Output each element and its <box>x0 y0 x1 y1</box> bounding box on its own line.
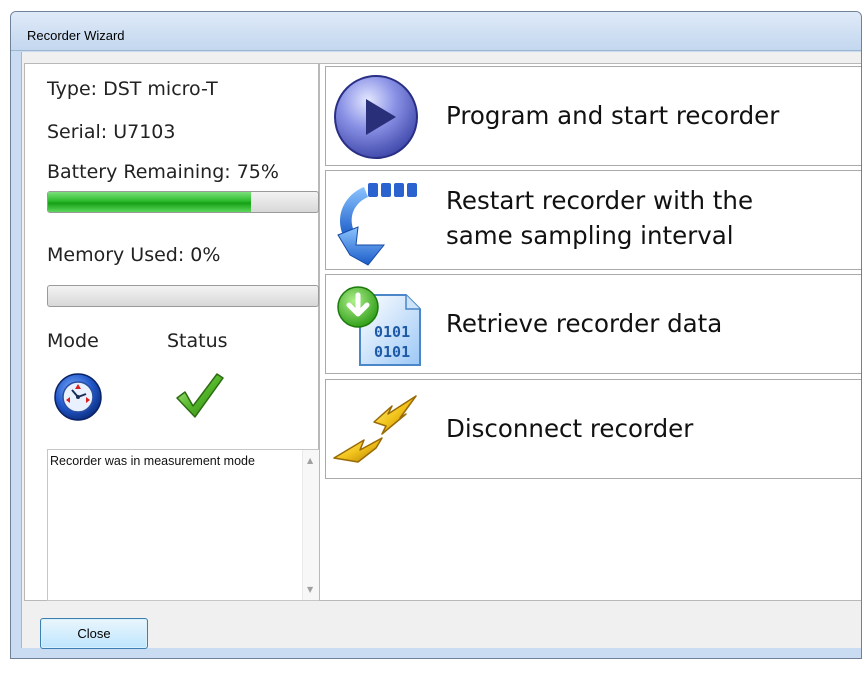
type-label: Type: DST micro-T <box>47 78 218 100</box>
scroll-up-arrow-icon[interactable]: ▲ <box>307 456 313 465</box>
battery-label: Battery Remaining: 75% <box>47 161 279 183</box>
battery-progress-bar <box>47 191 319 213</box>
dialog-client-area: Type: DST micro-T Serial: U7103 Battery … <box>21 52 861 649</box>
disconnect-label: Disconnect recorder <box>446 414 694 443</box>
recorder-info-panel: Type: DST micro-T Serial: U7103 Battery … <box>24 63 320 601</box>
disconnect-button[interactable]: Disconnect recorder <box>325 379 861 479</box>
program-and-start-button[interactable]: Program and start recorder <box>325 66 861 166</box>
retrieve-data-button[interactable]: 0101 0101 Retrieve recorder data <box>325 274 861 374</box>
retrieve-data-label: Retrieve recorder data <box>446 309 723 338</box>
restart-recorder-button[interactable]: Restart recorder with the same sampling … <box>325 170 861 270</box>
close-button[interactable]: Close <box>40 618 148 649</box>
recorder-wizard-window: Recorder Wizard Type: DST micro-T Serial… <box>10 11 862 659</box>
scroll-down-arrow-icon[interactable]: ▼ <box>307 585 313 594</box>
window-title: Recorder Wizard <box>27 28 125 43</box>
mode-label: Mode <box>47 330 99 352</box>
disconnect-plug-icon <box>330 384 426 476</box>
title-bar[interactable]: Recorder Wizard <box>11 12 861 51</box>
message-scrollbar[interactable]: ▲ ▼ <box>302 450 319 600</box>
svg-text:0101: 0101 <box>374 323 410 341</box>
status-message-box[interactable]: Recorder was in measurement mode ▲ ▼ <box>47 449 320 601</box>
restart-label-line1: Restart recorder with the <box>446 186 754 215</box>
dialog-footer <box>22 605 861 648</box>
measurement-mode-clock-icon <box>53 372 103 422</box>
memory-progress-bar <box>47 285 319 307</box>
status-label: Status <box>167 330 228 352</box>
restart-arrow-icon <box>328 173 424 269</box>
status-message-text: Recorder was in measurement mode <box>50 454 255 468</box>
memory-label: Memory Used: 0% <box>47 244 221 266</box>
battery-progress-fill <box>48 192 251 212</box>
status-ok-check-icon <box>173 370 225 420</box>
retrieve-data-icon: 0101 0101 <box>334 281 424 369</box>
restart-label-line2: same sampling interval <box>446 221 734 250</box>
svg-text:0101: 0101 <box>374 343 410 361</box>
play-icon <box>332 73 420 161</box>
program-and-start-label: Program and start recorder <box>446 101 780 130</box>
serial-label: Serial: U7103 <box>47 121 176 143</box>
actions-panel: Program and start recorder Restart recor… <box>319 63 861 601</box>
